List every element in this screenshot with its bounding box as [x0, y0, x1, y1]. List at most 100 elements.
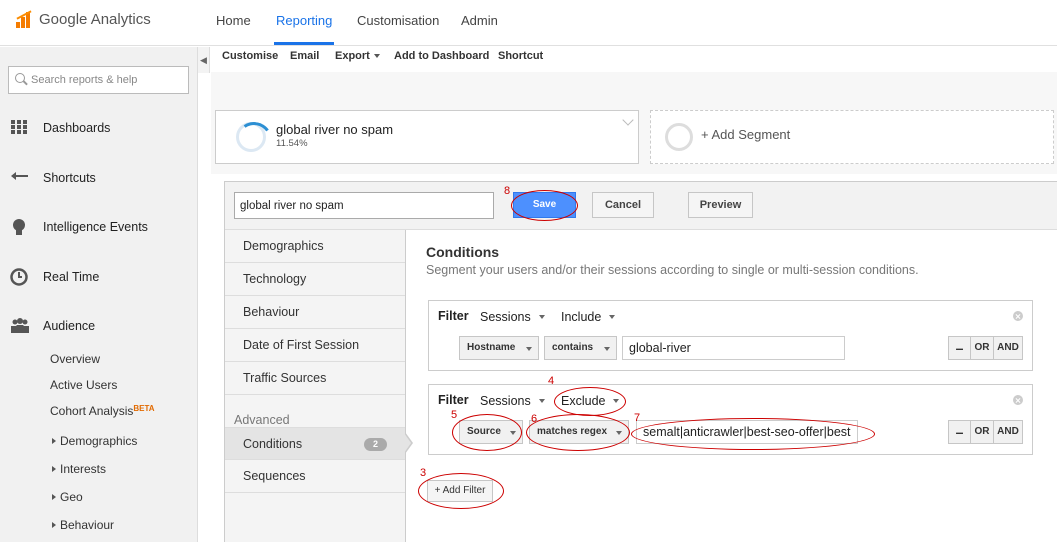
or-button[interactable]: OR	[970, 421, 993, 443]
annotation-ellipse	[418, 473, 504, 509]
annotation-ellipse	[452, 414, 522, 451]
include-exclude-dropdown[interactable]: Include	[561, 310, 616, 324]
or-button[interactable]: OR	[970, 337, 993, 359]
condition-operators: – OR AND	[948, 420, 1023, 444]
google-analytics-logo[interactable]: Google Analytics	[16, 9, 151, 28]
sidebar-item-label: Cohort Analysis	[50, 404, 134, 418]
grid-icon	[10, 119, 30, 137]
category-conditions[interactable]: Conditions 2	[225, 427, 405, 460]
dimension-dropdown[interactable]: Hostname	[459, 336, 539, 360]
cancel-button[interactable]: Cancel	[592, 192, 654, 218]
and-button[interactable]: AND	[993, 421, 1022, 443]
chevron-down-icon	[604, 347, 610, 351]
export-label: Export	[335, 50, 370, 62]
top-bar: Google Analytics Home Reporting Customis…	[0, 0, 1057, 46]
shortcut-arrow-icon	[10, 169, 30, 187]
sidebar-item-demographics[interactable]: Demographics	[52, 434, 137, 448]
annotation-number: 3	[420, 467, 427, 479]
sidebar-item-cohort-analysis[interactable]: Cohort AnalysisBETA	[50, 404, 155, 418]
collapse-sidebar-icon[interactable]: ◀	[198, 47, 210, 73]
and-button[interactable]: AND	[993, 337, 1022, 359]
shortcut-button[interactable]: Shortcut	[498, 50, 543, 62]
export-button[interactable]: Export	[335, 50, 380, 62]
nav-home[interactable]: Home	[216, 13, 251, 28]
analytics-logo-icon	[16, 9, 34, 28]
annotation-number: 4	[548, 375, 555, 387]
annotation-number: 7	[634, 412, 641, 424]
email-button[interactable]: Email	[290, 50, 319, 62]
annotation-number: 5	[451, 409, 458, 421]
sidebar: Dashboards Shortcuts Intelligence Events…	[0, 47, 198, 542]
segment-category-list: Demographics Technology Behaviour Date o…	[225, 230, 406, 542]
sidebar-item-geo[interactable]: Geo	[52, 490, 83, 504]
annotation-ellipse	[511, 190, 578, 221]
sidebar-item-real-time[interactable]: Real Time	[10, 268, 99, 286]
sidebar-item-intelligence-events[interactable]: Intelligence Events	[10, 218, 148, 236]
scope-value: Sessions	[480, 394, 531, 408]
chevron-down-icon	[538, 399, 545, 403]
nav-reporting[interactable]: Reporting	[273, 13, 335, 45]
sidebar-item-audience[interactable]: Audience	[10, 317, 95, 335]
conditions-description: Segment your users and/or their sessions…	[426, 263, 919, 277]
remove-condition-button[interactable]: –	[949, 337, 970, 359]
clock-icon	[10, 268, 30, 286]
segment-progress-ring-icon	[236, 122, 266, 152]
advanced-heading: Advanced	[234, 413, 290, 427]
category-technology[interactable]: Technology	[225, 263, 405, 296]
chevron-down-icon	[538, 315, 545, 319]
sidebar-item-shortcuts[interactable]: Shortcuts	[10, 169, 96, 187]
sidebar-item-label: Dashboards	[43, 121, 111, 135]
operator-value: contains	[552, 342, 594, 353]
search-input[interactable]	[31, 71, 181, 89]
dimension-value: Hostname	[467, 342, 516, 353]
remove-filter-icon[interactable]	[1013, 311, 1023, 321]
sidebar-item-dashboards[interactable]: Dashboards	[10, 119, 110, 137]
sidebar-item-overview[interactable]: Overview	[50, 352, 100, 366]
chevron-down-icon	[526, 347, 532, 351]
search-box[interactable]	[8, 66, 189, 94]
operator-dropdown[interactable]: contains	[544, 336, 617, 360]
nav-customisation[interactable]: Customisation	[357, 13, 439, 28]
segment-name: global river no spam	[276, 122, 394, 137]
category-sequences[interactable]: Sequences	[225, 460, 405, 493]
active-segment-card[interactable]: global river no spam 11.54%	[215, 110, 639, 164]
conditions-title: Conditions	[426, 244, 500, 260]
add-to-dashboard-button[interactable]: Add to Dashboard	[394, 50, 489, 62]
annotation-ellipse	[526, 414, 630, 451]
active-category-pointer	[404, 432, 413, 454]
sidebar-item-label: Shortcuts	[43, 171, 96, 185]
category-demographics[interactable]: Demographics	[225, 230, 405, 263]
chevron-down-icon[interactable]	[622, 114, 634, 126]
category-date-of-first-session[interactable]: Date of First Session	[225, 329, 405, 362]
scope-dropdown[interactable]: Sessions	[480, 310, 545, 324]
annotation-ellipse	[554, 387, 626, 416]
condition-value-input[interactable]	[622, 336, 845, 360]
mode-value: Include	[561, 310, 602, 324]
scope-dropdown[interactable]: Sessions	[480, 394, 545, 408]
add-segment-label: + Add Segment	[701, 127, 791, 142]
beta-badge: BETA	[133, 404, 155, 413]
category-traffic-sources[interactable]: Traffic Sources	[225, 362, 405, 395]
annotation-number: 6	[531, 413, 538, 425]
sidebar-item-label: Real Time	[43, 270, 100, 284]
chevron-down-icon	[373, 54, 380, 58]
sidebar-item-interests[interactable]: Interests	[52, 462, 106, 476]
people-icon	[10, 317, 30, 335]
condition-operators: – OR AND	[948, 336, 1023, 360]
preview-button[interactable]: Preview	[688, 192, 753, 218]
empty-segment-ring-icon	[665, 123, 693, 151]
category-behaviour[interactable]: Behaviour	[225, 296, 405, 329]
nav-admin[interactable]: Admin	[461, 13, 498, 28]
category-label: Conditions	[243, 437, 303, 451]
chevron-down-icon	[609, 315, 616, 319]
segment-name-input[interactable]	[234, 192, 494, 219]
remove-condition-button[interactable]: –	[949, 421, 970, 443]
search-icon	[15, 73, 25, 83]
sidebar-item-active-users[interactable]: Active Users	[50, 378, 117, 392]
annotation-ellipse	[631, 418, 875, 450]
add-segment-card[interactable]: + Add Segment	[650, 110, 1054, 164]
sidebar-item-behaviour[interactable]: Behaviour	[52, 518, 114, 532]
remove-filter-icon[interactable]	[1013, 395, 1023, 405]
customise-button[interactable]: Customise	[222, 50, 278, 62]
report-toolbar: Customise Email Export Add to Dashboard …	[211, 47, 1057, 71]
